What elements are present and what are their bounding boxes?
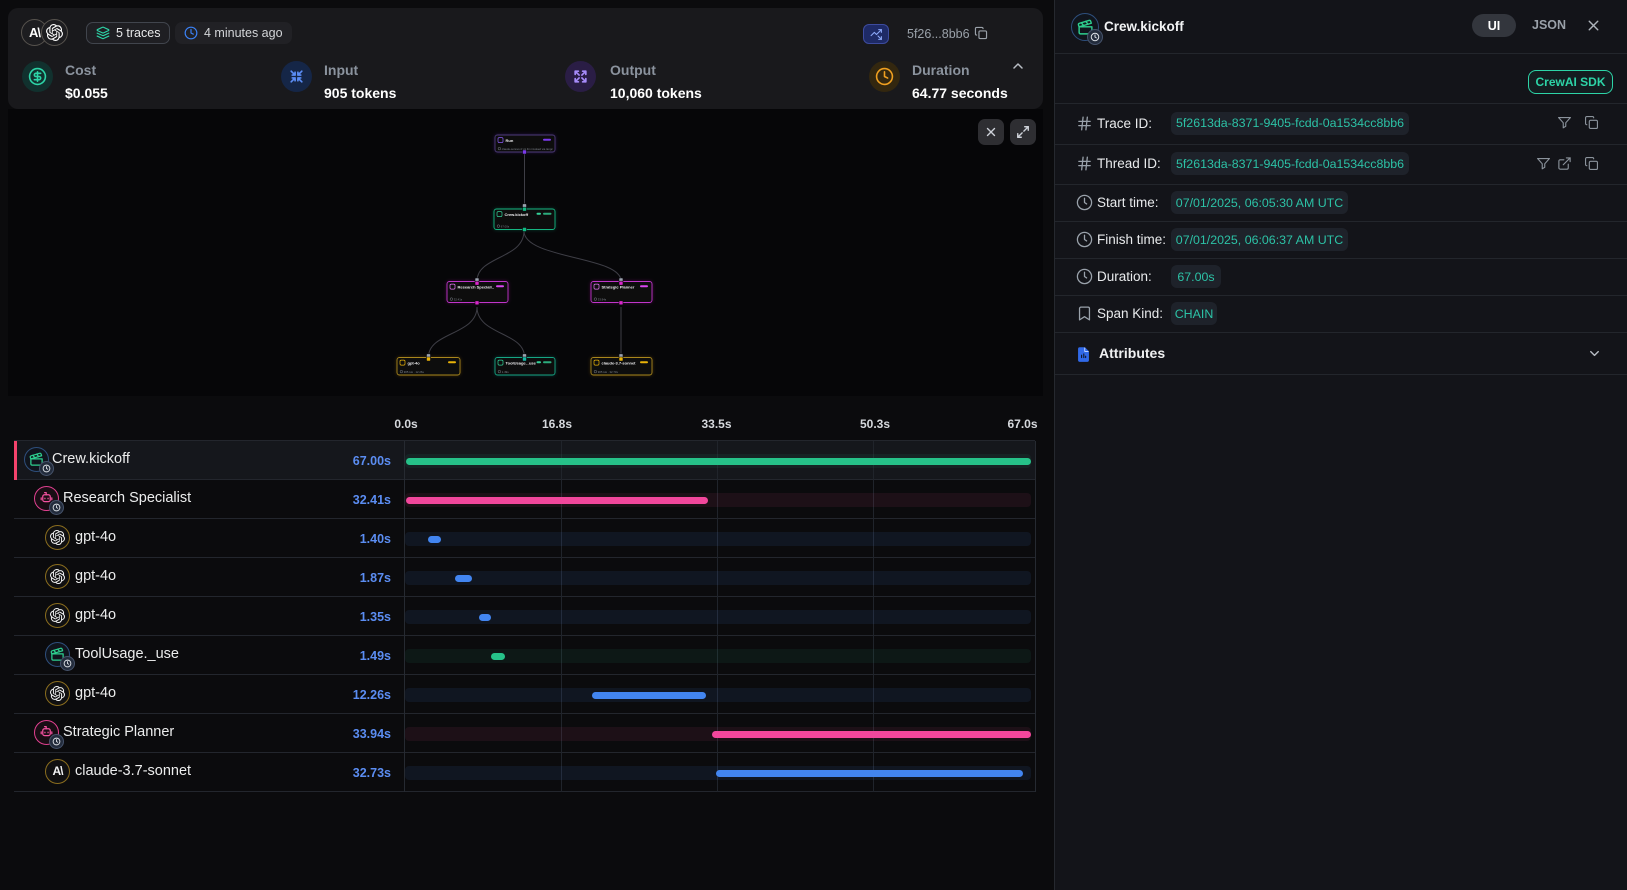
svg-text:905 tok · 32.73s: 905 tok · 32.73s — [598, 370, 619, 374]
svg-text:claude-sonnet-4 via llm invoke: claude-sonnet-4 via llm invoked via lang… — [502, 147, 554, 151]
svg-text:ToolUsage._use: ToolUsage._use — [506, 360, 537, 365]
svg-text:905 tok · 12.26s: 905 tok · 12.26s — [404, 370, 425, 374]
svg-text:claude-3.7-sonnet: claude-3.7-sonnet — [602, 360, 637, 365]
svg-text:67.00s: 67.00s — [501, 224, 510, 228]
svg-text:32.41s: 32.41s — [454, 297, 463, 301]
svg-text:Crew.kickoff: Crew.kickoff — [505, 212, 529, 217]
svg-text:gpt-4o: gpt-4o — [408, 360, 421, 365]
svg-text:Run: Run — [506, 138, 514, 143]
svg-text:1.49s: 1.49s — [502, 370, 509, 374]
svg-text:Strategic Planner: Strategic Planner — [602, 284, 635, 289]
svg-text:33.94s: 33.94s — [598, 297, 607, 301]
